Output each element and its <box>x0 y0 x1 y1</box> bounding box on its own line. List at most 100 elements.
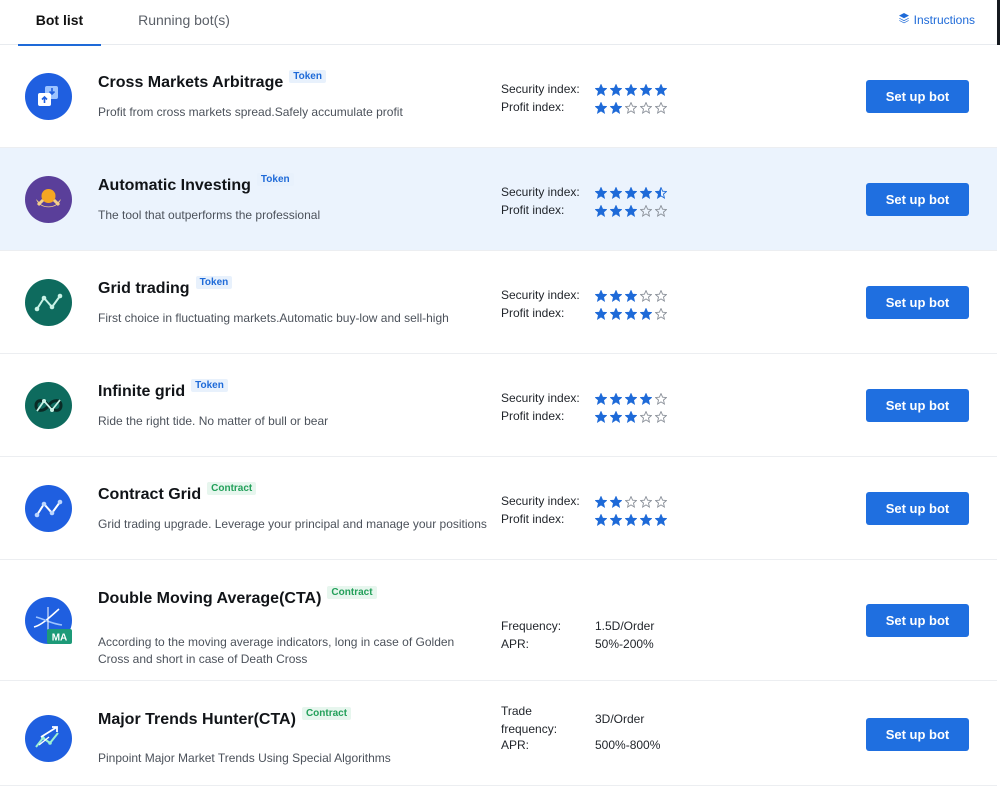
set-up-bot-button[interactable]: Set up bot <box>866 286 969 319</box>
profit-stars <box>595 307 667 320</box>
star-icon-full <box>595 496 607 508</box>
star-icon-full <box>610 307 622 320</box>
instructions-label: Instructions <box>913 12 975 27</box>
set-up-bot-button[interactable]: Set up bot <box>866 718 969 751</box>
bot-title: Double Moving Average(CTA) Contract <box>98 586 377 608</box>
set-up-bot-button[interactable]: Set up bot <box>866 183 969 216</box>
bot-title: Cross Markets Arbitrage Token <box>98 70 326 92</box>
bot-name: Double Moving Average(CTA) <box>98 590 322 607</box>
star-icon-empty <box>655 496 667 508</box>
star-icon-full <box>595 393 607 405</box>
star-icon-empty <box>625 496 637 508</box>
layers-icon <box>898 12 910 27</box>
star-icon-full <box>595 204 607 217</box>
investing-icon <box>25 176 72 223</box>
bot-row-automatic-investing: Automatic Investing Token The tool that … <box>0 148 997 251</box>
bot-name: Major Trends Hunter(CTA) <box>98 711 296 728</box>
bot-metrics: Trade frequency: 3D/Order APR: 500%-800% <box>501 703 681 755</box>
bot-description: Grid trading upgrade. Leverage your prin… <box>98 517 487 531</box>
profit-index-label: Profit index: <box>501 305 565 320</box>
star-icon-empty <box>655 101 667 114</box>
contract-grid-icon <box>25 485 72 532</box>
star-icon-full <box>610 410 622 423</box>
frequency-value: 3D/Order <box>595 712 645 726</box>
star-icon-full <box>610 187 622 199</box>
bot-row-infinite-grid: Infinite grid Token Ride the right tide.… <box>0 354 997 457</box>
profit-index-label: Profit index: <box>501 408 565 423</box>
set-up-bot-button[interactable]: Set up bot <box>866 604 969 637</box>
star-icon-full <box>655 513 667 526</box>
star-icon-full <box>625 307 637 320</box>
profit-index-label: Profit index: <box>501 511 565 526</box>
security-index-label: Security index: <box>501 494 580 508</box>
star-icon-full <box>640 393 652 405</box>
star-icon-empty <box>655 307 667 320</box>
trend-hunter-icon <box>25 715 72 762</box>
bot-row-contract-grid: Contract Grid Contract Grid trading upgr… <box>0 457 997 560</box>
set-up-bot-button[interactable]: Set up bot <box>866 389 969 422</box>
bot-title: Contract Grid Contract <box>98 482 257 504</box>
tab-bot-list[interactable]: Bot list <box>18 0 101 46</box>
star-icon-full <box>640 307 652 320</box>
star-icon-full <box>610 496 622 508</box>
apr-label: APR: <box>501 636 530 651</box>
bot-row-major-trends-hunter: Major Trends Hunter(CTA) Contract Pinpoi… <box>0 681 997 786</box>
star-icon-empty <box>640 101 652 114</box>
star-icon-empty <box>655 393 667 405</box>
star-icon-full <box>595 290 607 302</box>
star-icon-full <box>595 101 607 114</box>
profit-index-label: Profit index: <box>501 99 565 114</box>
star-icon-empty <box>625 101 637 114</box>
contract-badge: Contract <box>327 586 377 599</box>
apr-value: 50%-200% <box>595 636 654 651</box>
security-stars <box>595 187 667 199</box>
bot-description: First choice in fluctuating markets.Auto… <box>98 311 449 325</box>
bot-name: Cross Markets Arbitrage <box>98 74 284 91</box>
star-icon-full <box>640 513 652 526</box>
instructions-link[interactable]: Instructions <box>898 12 975 27</box>
star-icon-full <box>595 410 607 423</box>
star-icon-full <box>610 101 622 114</box>
security-index-label: Security index: <box>501 288 580 302</box>
token-badge: Token <box>256 173 294 186</box>
infinite-grid-icon <box>25 382 72 429</box>
star-icon-empty <box>640 204 652 217</box>
star-icon-full <box>640 84 652 96</box>
bot-name: Infinite grid <box>98 383 186 400</box>
token-badge: Token <box>191 379 228 392</box>
frequency-value: 1.5D/Order <box>595 619 655 633</box>
star-icon-full <box>625 290 637 302</box>
tab-running-bots[interactable]: Running bot(s) <box>128 0 240 45</box>
star-icon-full <box>625 393 637 405</box>
bot-title: Major Trends Hunter(CTA) Contract <box>98 707 352 729</box>
star-icon-empty <box>640 290 652 302</box>
profit-stars <box>595 410 667 423</box>
set-up-bot-button[interactable]: Set up bot <box>866 80 969 113</box>
trade-frequency-label: Trade frequency: <box>501 704 558 736</box>
bot-description: Profit from cross markets spread.Safely … <box>98 105 403 119</box>
star-icon-empty <box>640 496 652 508</box>
bot-list: Cross Markets Arbitrage Token Profit fro… <box>0 45 997 786</box>
star-icon-full <box>595 187 607 199</box>
bot-row-cross-markets-arbitrage: Cross Markets Arbitrage Token Profit fro… <box>0 45 997 148</box>
svg-text:MA: MA <box>52 633 68 644</box>
star-icon-full <box>625 187 637 199</box>
moving-average-icon: MA <box>25 597 72 644</box>
bot-row-grid-trading: Grid trading Token First choice in fluct… <box>0 251 997 354</box>
security-stars <box>595 84 667 96</box>
bot-description: Ride the right tide. No matter of bull o… <box>98 414 329 428</box>
security-stars <box>595 290 667 302</box>
star-icon-full <box>625 84 637 96</box>
profit-stars <box>595 101 667 114</box>
star-icon-full <box>595 84 607 96</box>
profit-index-label: Profit index: <box>501 202 565 217</box>
star-icon-full <box>610 204 622 217</box>
security-index-label: Security index: <box>501 391 580 405</box>
apr-value: 500%-800% <box>595 738 661 752</box>
star-icon-empty <box>640 410 652 423</box>
set-up-bot-button[interactable]: Set up bot <box>866 492 969 525</box>
profit-stars <box>595 513 667 526</box>
bot-name: Grid trading <box>98 280 190 297</box>
grid-trading-icon <box>25 279 72 326</box>
star-icon-full <box>595 513 607 526</box>
